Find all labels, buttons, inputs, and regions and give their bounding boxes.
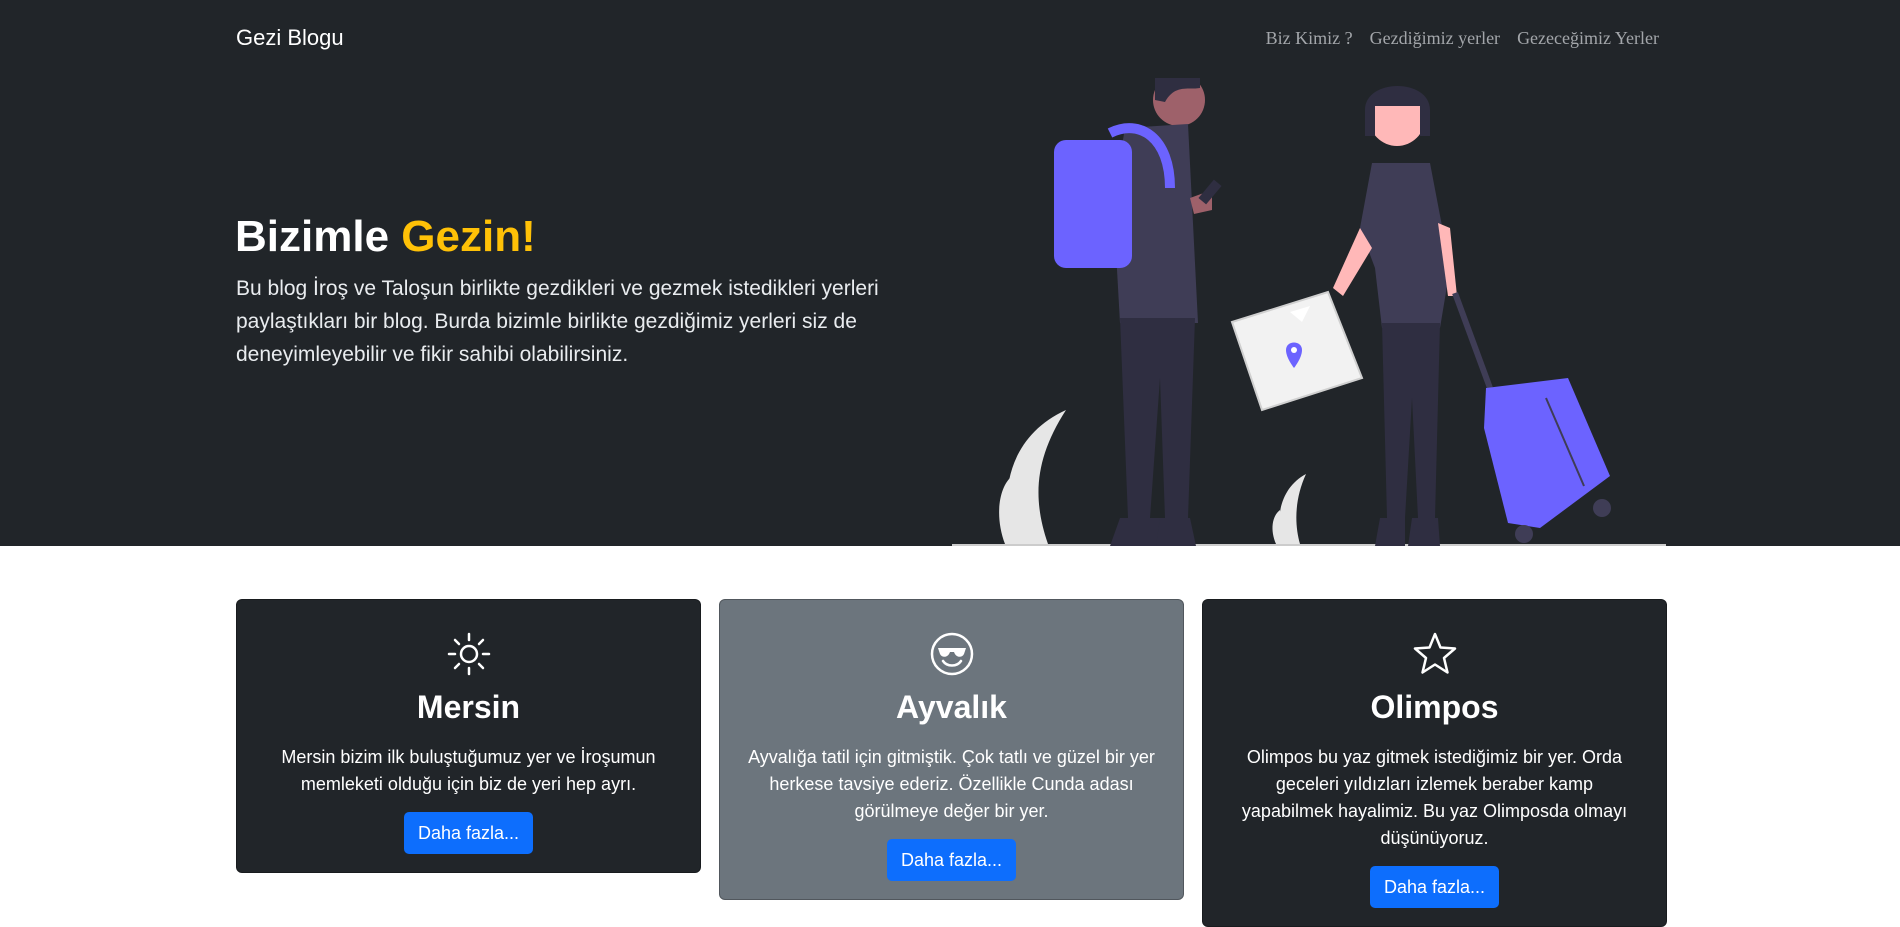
brand-link[interactable]: Gezi Blogu [236, 25, 344, 51]
navbar: Gezi Blogu Biz Kimiz ? Gezdiğimiz yerler… [0, 0, 1900, 78]
card-title: Ayvalık [896, 689, 1007, 725]
man-left-shoe [1110, 518, 1162, 546]
more-button-mersin[interactable]: Daha fazla... [403, 812, 534, 854]
sun-icon [447, 632, 490, 676]
card-text: Mersin bizim ilk buluştuğumuz yer ve İro… [281, 747, 656, 794]
man-figure [1054, 78, 1222, 546]
hero-section: Gezi Blogu Biz Kimiz ? Gezdiğimiz yerler… [0, 0, 1900, 546]
woman-left-shoe [1375, 518, 1405, 546]
woman-right-shoe [1408, 518, 1440, 546]
nav-link-gezecegimiz-yerler[interactable]: Gezeceğimiz Yerler [1517, 28, 1659, 49]
man-right-shoe [1156, 518, 1196, 546]
card-text: Ayvalığa tatil için gitmiştik. Çok tatlı… [748, 747, 1155, 821]
card-ayvalik: Ayvalık Ayvalığa tatil için gitmiştik. Ç… [719, 599, 1184, 900]
more-button-olimpos[interactable]: Daha fazla... [1369, 866, 1500, 908]
card-text: Olimpos bu yaz gitmek istediğimiz bir ye… [1241, 747, 1628, 848]
suitcase-handle [1452, 291, 1493, 390]
map-illustration [1230, 290, 1364, 412]
suitcase-wheel-right [1593, 499, 1611, 517]
woman-torso [1360, 163, 1450, 328]
hero-title-accent: Gezin! [401, 212, 536, 261]
man-legs [1120, 318, 1195, 518]
woman-figure [1333, 86, 1457, 546]
woman-legs [1382, 323, 1440, 518]
more-button-ayvalik[interactable]: Daha fazla... [886, 839, 1017, 881]
travelers-illustration [952, 78, 1666, 546]
location-pin-dot [1291, 347, 1297, 353]
backpack-icon [1054, 140, 1132, 268]
hero-lead: Bu blog İroş ve Taloşun birlikte gezdikl… [236, 277, 879, 366]
suitcase-wheel-left [1515, 525, 1533, 543]
suitcase-illustration [1452, 291, 1611, 543]
card-title: Mersin [416, 689, 521, 725]
nav-links: Biz Kimiz ? Gezdiğimiz yerler Gezeceğimi… [1266, 28, 1659, 49]
hero-title-main: Bizimle [235, 212, 390, 261]
card-mersin: Mersin Mersin bizim ilk buluştuğumuz yer… [236, 599, 701, 873]
hero-title: Bizimle Gezin! [235, 212, 536, 262]
nav-link-gezdigimiz-yerler[interactable]: Gezdiğimiz yerler [1370, 28, 1500, 49]
star-icon [1413, 632, 1456, 674]
sunglasses-smiley-icon [930, 632, 973, 676]
nav-link-biz-kimiz[interactable]: Biz Kimiz ? [1266, 28, 1353, 49]
card-olimpos: Olimpos Olimpos bu yaz gitmek istediğimi… [1202, 599, 1667, 927]
card-title: Olimpos [1370, 689, 1499, 725]
